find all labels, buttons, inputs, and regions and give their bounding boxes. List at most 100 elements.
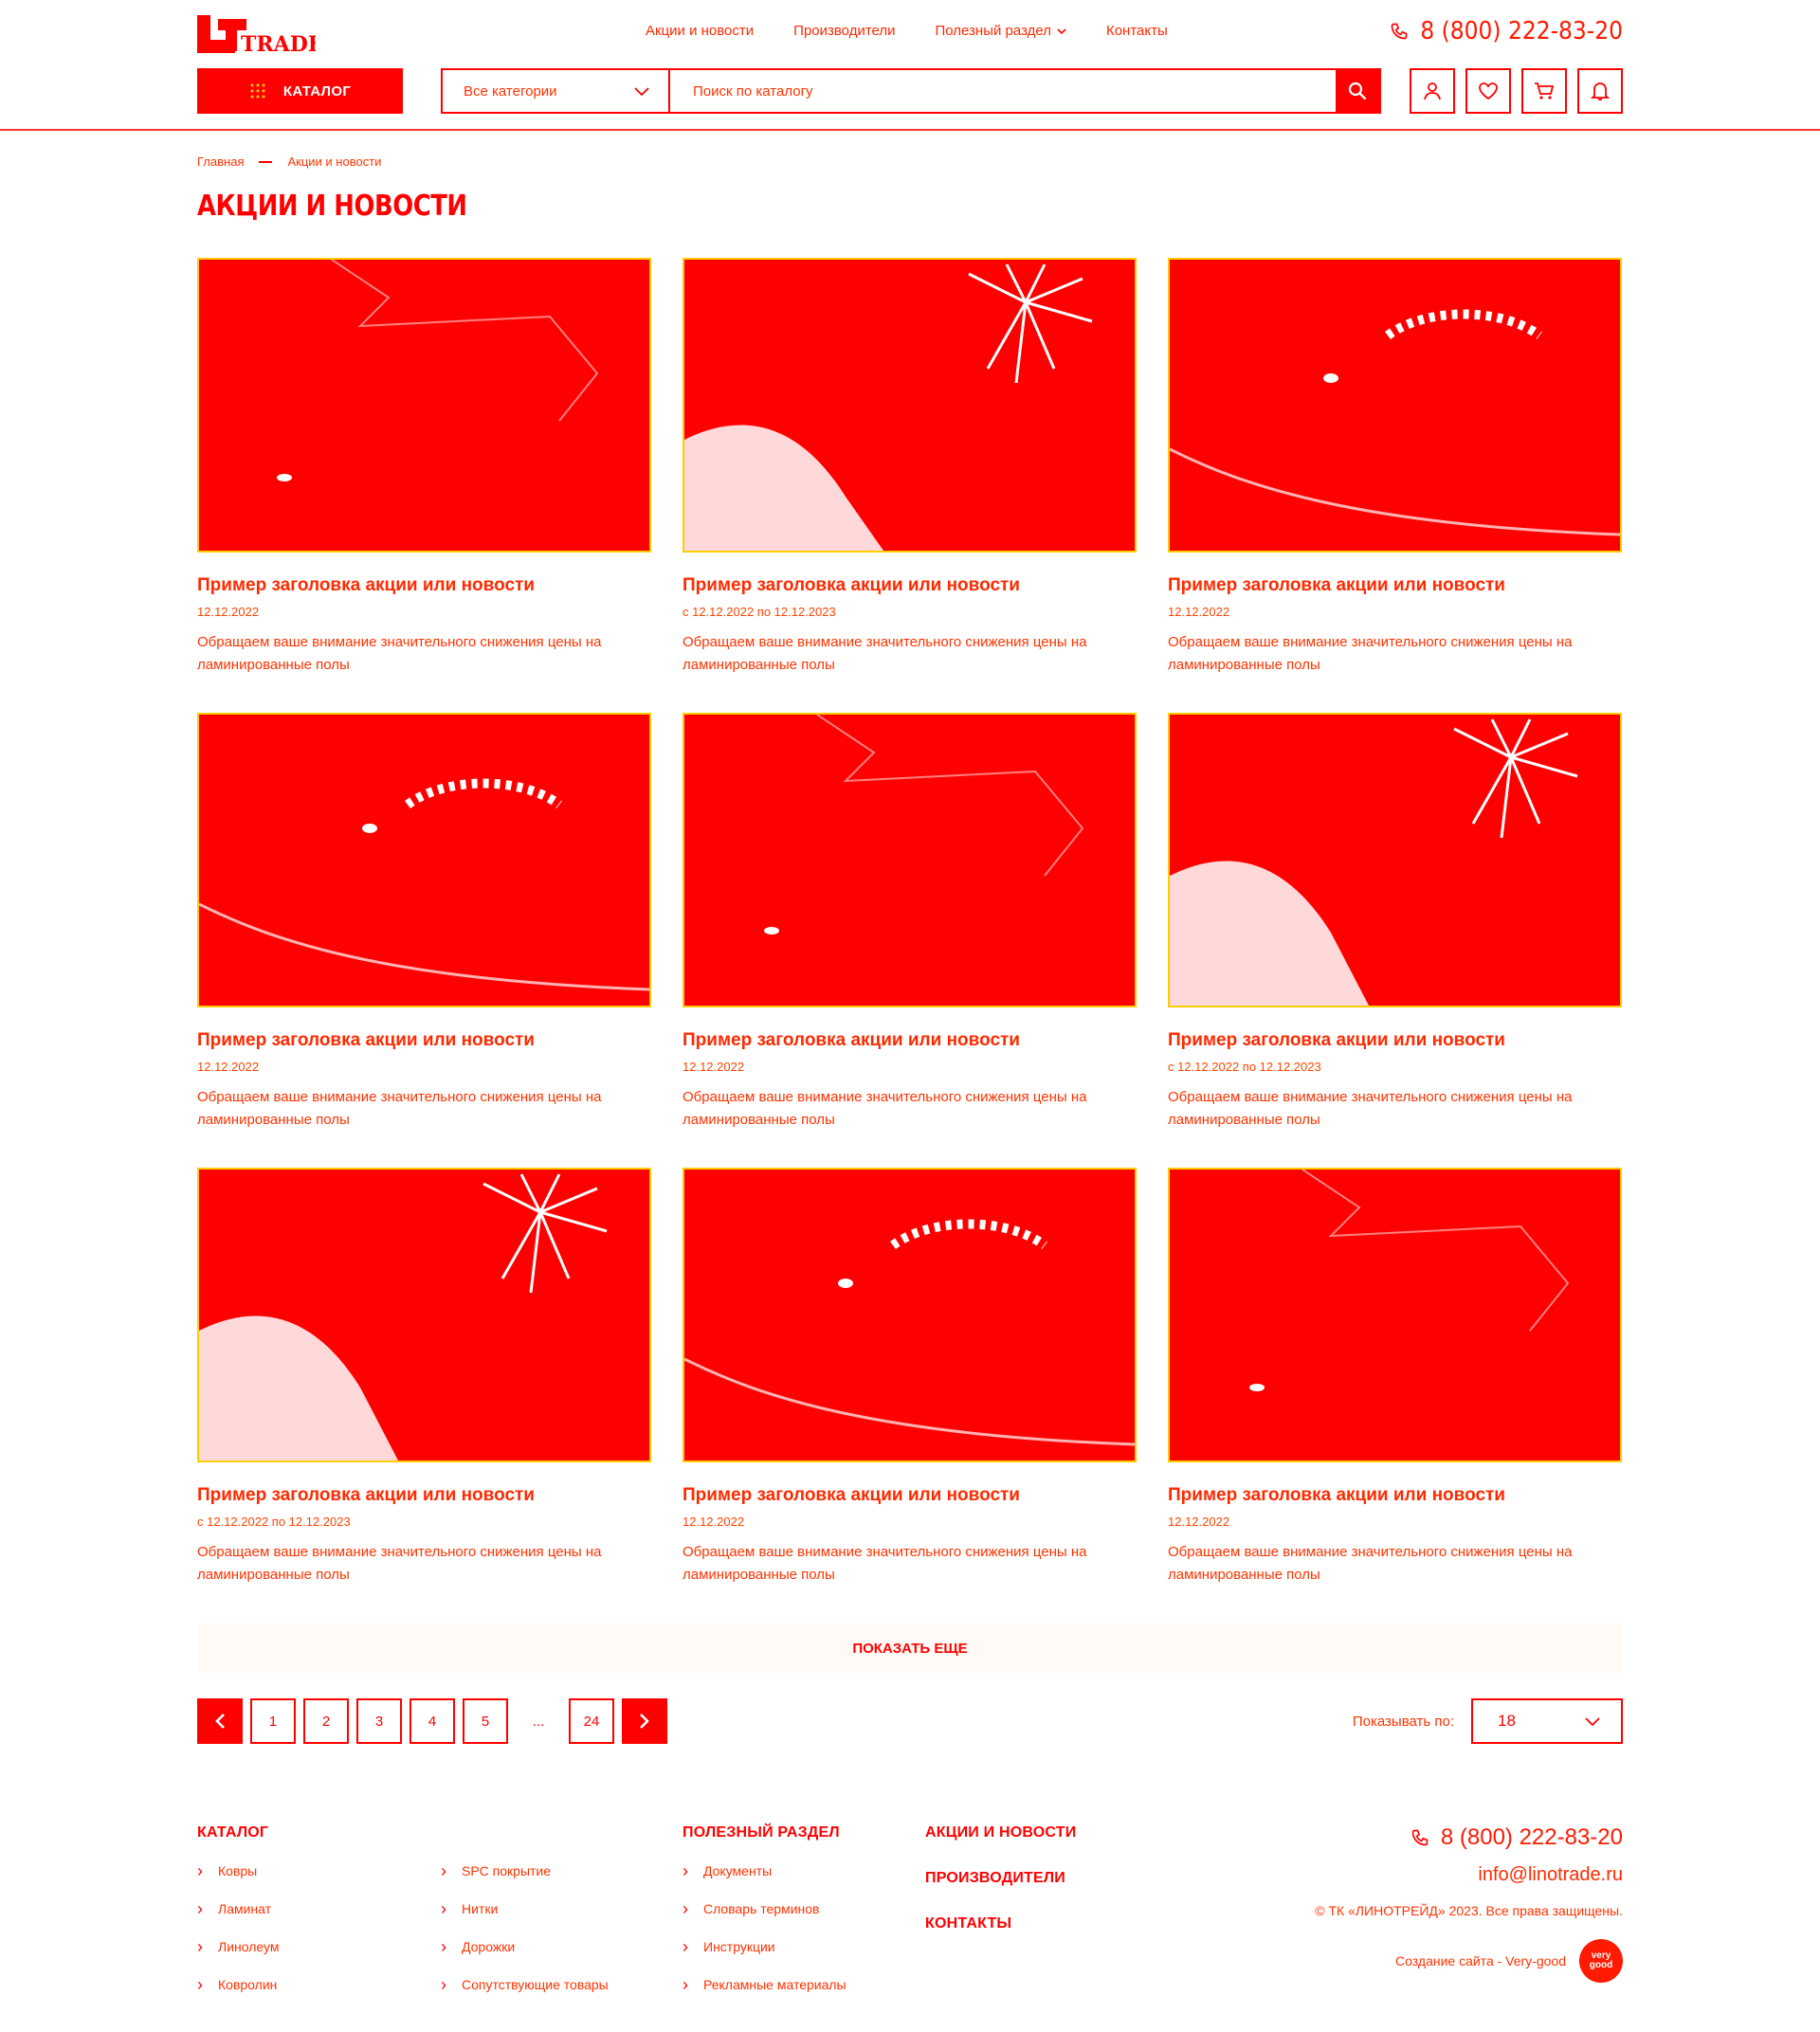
news-card[interactable]: Пример заголовка акции или новости 12.12… [682,1168,1137,1623]
user-icon [1424,82,1441,100]
footer-link[interactable]: Ковролин [197,1976,441,1993]
news-title[interactable]: Пример заголовка акции или новости [197,1030,651,1051]
footer-link[interactable]: Ламинат [197,1900,441,1917]
page-title: АКЦИИ И НОВОСТИ [197,190,467,223]
news-card[interactable]: Пример заголовка акции или новости 12.12… [1168,258,1622,713]
footer-link[interactable]: Инструкции [682,1938,846,1955]
news-date: с 12.12.2022 по 12.12.2023 [682,605,836,619]
nav-manufacturers[interactable]: Производители [793,23,895,39]
news-desc: Обращаем ваше внимание значительного сни… [682,634,1087,673]
footer-link[interactable]: Линолеум [197,1938,441,1955]
search-input[interactable]: Поиск по каталогу [670,70,1336,112]
news-desc: Обращаем ваше внимание значительного сни… [1168,1544,1573,1583]
header-divider [0,129,1820,131]
page-2[interactable]: 2 [303,1698,349,1744]
prev-page-button[interactable] [197,1698,243,1744]
page-3[interactable]: 3 [356,1698,402,1744]
page-5[interactable]: 5 [463,1698,508,1744]
footer-link[interactable]: SPC покрытие [441,1862,609,1879]
news-title[interactable]: Пример заголовка акции или новости [682,575,1137,596]
news-card[interactable]: Пример заголовка акции или новости 12.12… [197,713,651,1168]
news-card[interactable]: Пример заголовка акции или новости с 12.… [1168,713,1622,1168]
news-title[interactable]: Пример заголовка акции или новости [197,575,651,596]
search-button[interactable] [1336,70,1379,112]
chevron-down-icon [1585,1716,1600,1726]
favorites-button[interactable] [1465,68,1511,114]
show-more-button[interactable]: ПОКАЗАТЬ ЕЩЕ [197,1624,1623,1673]
catalog-button[interactable]: КАТАЛОГ [197,68,403,114]
footer-manufacturers-link[interactable]: ПРОИЗВОДИТЕЛИ [925,1870,1076,1887]
footer-catalog-head[interactable]: КАТАЛОГ [197,1824,609,1842]
developer-logo-text: very good [1589,1950,1613,1970]
news-title[interactable]: Пример заголовка акции или новости [1168,1030,1622,1051]
cart-button[interactable] [1521,68,1567,114]
per-page-select[interactable]: 18 [1471,1698,1623,1744]
nav-contacts[interactable]: Контакты [1106,23,1168,39]
news-image[interactable] [197,1168,651,1462]
footer-link[interactable]: Ковры [197,1862,441,1879]
news-card[interactable]: Пример заголовка акции или новости 12.12… [1168,1168,1622,1623]
news-image[interactable] [1168,713,1622,1007]
chevron-down-icon [634,86,649,96]
notifications-button[interactable] [1577,68,1623,114]
footer-email[interactable]: info@linotrade.ru [1315,1864,1623,1886]
breadcrumb-home[interactable]: Главная [197,154,244,169]
news-desc: Обращаем ваше внимание значительного сни… [682,1089,1087,1128]
news-image[interactable] [682,713,1137,1007]
page-last[interactable]: 24 [569,1698,614,1744]
news-image[interactable] [1168,258,1622,553]
footer-catalog-list-2: SPC покрытие Нитки Дорожки Сопутствующие… [441,1862,609,1993]
news-date: 12.12.2022 [1168,605,1230,619]
news-date: 12.12.2022 [1168,1515,1230,1529]
next-page-button[interactable] [622,1698,667,1744]
footer-link[interactable]: Нитки [441,1900,609,1917]
header-actions [1410,68,1623,114]
footer-link[interactable]: Рекламные материалы [682,1976,846,1993]
developer-logo[interactable]: very good [1579,1939,1623,1983]
news-date: с 12.12.2022 по 12.12.2023 [1168,1060,1321,1074]
header-phone[interactable]: 8 (800) 222-83-20 [1390,17,1623,45]
news-card[interactable]: Пример заголовка акции или новости 12.12… [197,258,651,713]
news-image[interactable] [197,713,651,1007]
news-title[interactable]: Пример заголовка акции или новости [682,1030,1137,1051]
footer-link[interactable]: Сопутствующие товары [441,1976,609,1993]
svg-text:TRADE: TRADE [241,32,316,55]
news-card[interactable]: Пример заголовка акции или новости 12.12… [682,713,1137,1168]
news-image[interactable] [1168,1168,1622,1462]
news-date: 12.12.2022 [197,605,260,619]
footer-useful-head[interactable]: ПОЛЕЗНЫЙ РАЗДЕЛ [682,1824,846,1842]
per-page-value: 18 [1498,1712,1516,1730]
footer-phone[interactable]: 8 (800) 222-83-20 [1315,1824,1623,1851]
footer-link[interactable]: Дорожки [441,1938,609,1955]
cart-icon [1535,82,1555,100]
news-card[interactable]: Пример заголовка акции или новости с 12.… [197,1168,651,1623]
footer-contacts-link[interactable]: КОНТАКТЫ [925,1915,1076,1932]
footer-link[interactable]: Документы [682,1862,846,1879]
nav-news[interactable]: Акции и новости [646,23,754,39]
news-title[interactable]: Пример заголовка акции или новости [1168,575,1622,596]
news-desc: Обращаем ваше внимание значительного сни… [197,1089,602,1128]
news-title[interactable]: Пример заголовка акции или новости [682,1485,1137,1506]
news-desc: Обращаем ваше внимание значительного сни… [197,1544,602,1583]
news-image[interactable] [682,1168,1137,1462]
news-image[interactable] [682,258,1137,553]
category-select[interactable]: Все категории [443,70,670,112]
footer-credit[interactable]: Создание сайта - Very-good very good [1315,1939,1623,1983]
search-bar: Все категории Поиск по каталогу [441,68,1381,114]
page-4[interactable]: 4 [410,1698,455,1744]
nav-useful[interactable]: Полезный раздел [936,23,1066,39]
bell-icon [1591,82,1610,100]
footer-useful-list: Документы Словарь терминов Инструкции Ре… [682,1862,846,1993]
news-title[interactable]: Пример заголовка акции или новости [197,1485,651,1506]
page-1[interactable]: 1 [250,1698,296,1744]
footer-news-link[interactable]: АКЦИИ И НОВОСТИ [925,1824,1076,1842]
news-card[interactable]: Пример заголовка акции или новости с 12.… [682,258,1137,713]
news-title[interactable]: Пример заголовка акции или новости [1168,1485,1622,1506]
news-image[interactable] [197,258,651,553]
footer-link[interactable]: Словарь терминов [682,1900,846,1917]
logo[interactable]: TRADE [197,15,324,57]
account-button[interactable] [1410,68,1455,114]
footer-phone-number: 8 (800) 222-83-20 [1440,1824,1623,1850]
catalog-label: КАТАЛОГ [282,82,352,100]
footer-copyright: © ТК «ЛИНОТРЕЙД» 2023. Все права защищен… [1315,1903,1623,1918]
